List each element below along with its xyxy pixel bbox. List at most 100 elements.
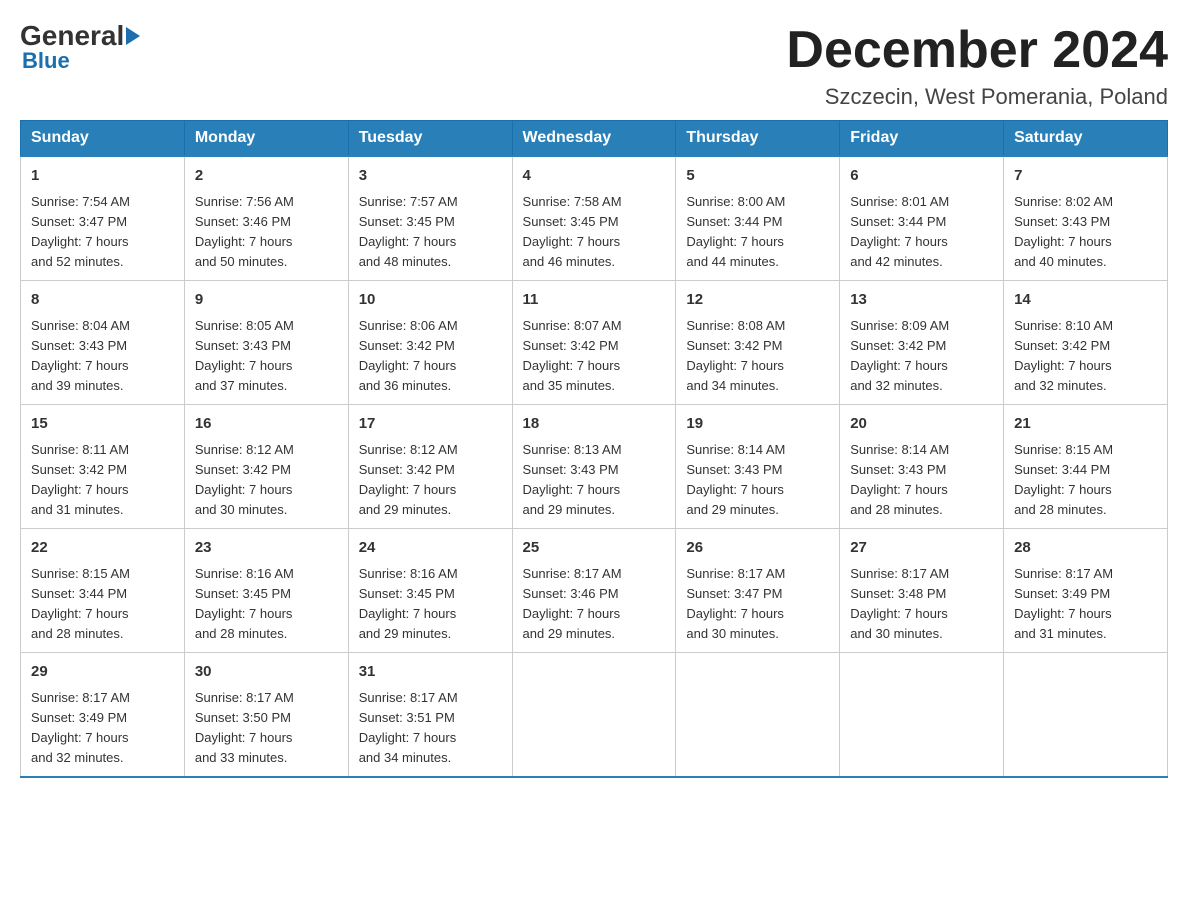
table-row: 5 Sunrise: 8:00 AMSunset: 3:44 PMDaylight… (676, 156, 840, 281)
day-number: 18 (523, 413, 666, 436)
day-number: 29 (31, 661, 174, 684)
day-number: 24 (359, 537, 502, 560)
day-number: 16 (195, 413, 338, 436)
calendar-week-row-4: 22 Sunrise: 8:15 AMSunset: 3:44 PMDayligh… (21, 529, 1168, 653)
table-row: 17Sunrise: 8:12 AMSunset: 3:42 PMDayligh… (348, 405, 512, 529)
day-info: Sunrise: 8:06 AMSunset: 3:42 PMDaylight:… (359, 316, 502, 397)
calendar-week-row-1: 1Sunrise: 7:54 AMSunset: 3:47 PMDaylight… (21, 156, 1168, 281)
day-info: Sunrise: 8:14 AMSunset: 3:43 PMDaylight:… (686, 440, 829, 521)
weekday-header-wednesday: Wednesday (512, 121, 676, 157)
table-row: 26 Sunrise: 8:17 AMSunset: 3:47 PMDayligh… (676, 529, 840, 653)
table-row: 28 Sunrise: 8:17 AMSunset: 3:49 PMDayligh… (1004, 529, 1168, 653)
table-row (512, 653, 676, 778)
weekday-header-row: SundayMondayTuesdayWednesdayThursdayFrid… (21, 121, 1168, 157)
day-info: Sunrise: 8:10 AMSunset: 3:42 PMDaylight:… (1014, 316, 1157, 397)
location-text: Szczecin, West Pomerania, Poland (786, 84, 1168, 110)
table-row: 14 Sunrise: 8:10 AMSunset: 3:42 PMDayligh… (1004, 281, 1168, 405)
day-number: 28 (1014, 537, 1157, 560)
weekday-header-tuesday: Tuesday (348, 121, 512, 157)
day-number: 7 (1014, 165, 1157, 188)
table-row: 9 Sunrise: 8:05 AMSunset: 3:43 PMDaylight… (184, 281, 348, 405)
weekday-header-thursday: Thursday (676, 121, 840, 157)
day-info: Sunrise: 8:02 AMSunset: 3:43 PMDaylight:… (1014, 192, 1157, 273)
day-number: 22 (31, 537, 174, 560)
logo-triangle-icon (126, 27, 140, 45)
table-row: 20 Sunrise: 8:14 AMSunset: 3:43 PMDayligh… (840, 405, 1004, 529)
table-row (676, 653, 840, 778)
month-title: December 2024 (786, 20, 1168, 80)
title-section: December 2024 Szczecin, West Pomerania, … (786, 20, 1168, 110)
day-number: 20 (850, 413, 993, 436)
day-info: Sunrise: 8:11 AMSunset: 3:42 PMDaylight:… (31, 440, 174, 521)
table-row: 22 Sunrise: 8:15 AMSunset: 3:44 PMDayligh… (21, 529, 185, 653)
day-info: Sunrise: 8:17 AMSunset: 3:50 PMDaylight:… (195, 688, 338, 769)
day-info: Sunrise: 8:16 AMSunset: 3:45 PMDaylight:… (195, 564, 338, 645)
day-info: Sunrise: 8:08 AMSunset: 3:42 PMDaylight:… (686, 316, 829, 397)
table-row: 10 Sunrise: 8:06 AMSunset: 3:42 PMDayligh… (348, 281, 512, 405)
table-row (1004, 653, 1168, 778)
day-info: Sunrise: 8:17 AMSunset: 3:51 PMDaylight:… (359, 688, 502, 769)
day-info: Sunrise: 8:00 AMSunset: 3:44 PMDaylight:… (686, 192, 829, 273)
day-info: Sunrise: 8:16 AMSunset: 3:45 PMDaylight:… (359, 564, 502, 645)
weekday-header-monday: Monday (184, 121, 348, 157)
weekday-header-saturday: Saturday (1004, 121, 1168, 157)
day-number: 23 (195, 537, 338, 560)
table-row: 7 Sunrise: 8:02 AMSunset: 3:43 PMDaylight… (1004, 156, 1168, 281)
table-row: 11 Sunrise: 8:07 AMSunset: 3:42 PMDayligh… (512, 281, 676, 405)
logo: General Blue (20, 20, 142, 74)
day-number: 17 (359, 413, 502, 436)
table-row: 23 Sunrise: 8:16 AMSunset: 3:45 PMDayligh… (184, 529, 348, 653)
day-info: Sunrise: 8:09 AMSunset: 3:42 PMDaylight:… (850, 316, 993, 397)
day-number: 31 (359, 661, 502, 684)
day-number: 8 (31, 289, 174, 312)
table-row: 24 Sunrise: 8:16 AMSunset: 3:45 PMDayligh… (348, 529, 512, 653)
day-info: Sunrise: 8:05 AMSunset: 3:43 PMDaylight:… (195, 316, 338, 397)
day-info: Sunrise: 8:17 AMSunset: 3:49 PMDaylight:… (1014, 564, 1157, 645)
day-number: 4 (523, 165, 666, 188)
day-info: Sunrise: 7:54 AMSunset: 3:47 PMDaylight:… (31, 192, 174, 273)
table-row: 8 Sunrise: 8:04 AMSunset: 3:43 PMDaylight… (21, 281, 185, 405)
day-number: 21 (1014, 413, 1157, 436)
table-row: 31 Sunrise: 8:17 AMSunset: 3:51 PMDayligh… (348, 653, 512, 778)
day-info: Sunrise: 8:04 AMSunset: 3:43 PMDaylight:… (31, 316, 174, 397)
table-row: 29 Sunrise: 8:17 AMSunset: 3:49 PMDayligh… (21, 653, 185, 778)
day-info: Sunrise: 8:14 AMSunset: 3:43 PMDaylight:… (850, 440, 993, 521)
weekday-header-sunday: Sunday (21, 121, 185, 157)
day-info: Sunrise: 8:12 AMSunset: 3:42 PMDaylight:… (195, 440, 338, 521)
weekday-header-friday: Friday (840, 121, 1004, 157)
table-row: 27Sunrise: 8:17 AMSunset: 3:48 PMDayligh… (840, 529, 1004, 653)
day-number: 2 (195, 165, 338, 188)
table-row (840, 653, 1004, 778)
table-row: 30 Sunrise: 8:17 AMSunset: 3:50 PMDayligh… (184, 653, 348, 778)
logo-blue-text: Blue (22, 48, 70, 74)
day-number: 9 (195, 289, 338, 312)
table-row: 19Sunrise: 8:14 AMSunset: 3:43 PMDayligh… (676, 405, 840, 529)
day-number: 14 (1014, 289, 1157, 312)
table-row: 18Sunrise: 8:13 AMSunset: 3:43 PMDayligh… (512, 405, 676, 529)
day-info: Sunrise: 8:17 AMSunset: 3:49 PMDaylight:… (31, 688, 174, 769)
day-number: 30 (195, 661, 338, 684)
table-row: 6 Sunrise: 8:01 AMSunset: 3:44 PMDaylight… (840, 156, 1004, 281)
calendar-week-row-5: 29 Sunrise: 8:17 AMSunset: 3:49 PMDayligh… (21, 653, 1168, 778)
day-number: 12 (686, 289, 829, 312)
day-info: Sunrise: 7:58 AMSunset: 3:45 PMDaylight:… (523, 192, 666, 273)
table-row: 16 Sunrise: 8:12 AMSunset: 3:42 PMDayligh… (184, 405, 348, 529)
table-row: 21Sunrise: 8:15 AMSunset: 3:44 PMDayligh… (1004, 405, 1168, 529)
day-info: Sunrise: 7:56 AMSunset: 3:46 PMDaylight:… (195, 192, 338, 273)
day-number: 10 (359, 289, 502, 312)
table-row: 25Sunrise: 8:17 AMSunset: 3:46 PMDayligh… (512, 529, 676, 653)
table-row: 15Sunrise: 8:11 AMSunset: 3:42 PMDayligh… (21, 405, 185, 529)
day-info: Sunrise: 8:15 AMSunset: 3:44 PMDaylight:… (31, 564, 174, 645)
day-number: 6 (850, 165, 993, 188)
calendar-week-row-2: 8 Sunrise: 8:04 AMSunset: 3:43 PMDaylight… (21, 281, 1168, 405)
day-info: Sunrise: 8:07 AMSunset: 3:42 PMDaylight:… (523, 316, 666, 397)
table-row: 3Sunrise: 7:57 AMSunset: 3:45 PMDaylight… (348, 156, 512, 281)
day-info: Sunrise: 8:17 AMSunset: 3:47 PMDaylight:… (686, 564, 829, 645)
day-number: 5 (686, 165, 829, 188)
day-number: 26 (686, 537, 829, 560)
table-row: 4 Sunrise: 7:58 AMSunset: 3:45 PMDaylight… (512, 156, 676, 281)
day-info: Sunrise: 8:17 AMSunset: 3:48 PMDaylight:… (850, 564, 993, 645)
day-number: 11 (523, 289, 666, 312)
calendar-table: SundayMondayTuesdayWednesdayThursdayFrid… (20, 120, 1168, 778)
day-info: Sunrise: 8:01 AMSunset: 3:44 PMDaylight:… (850, 192, 993, 273)
